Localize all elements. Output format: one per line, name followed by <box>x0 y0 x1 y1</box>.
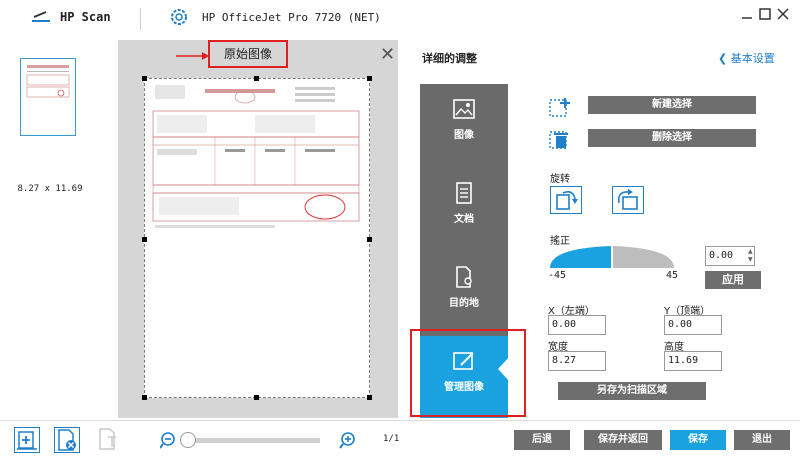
title-bar: HP Scan HP OfficeJet Pro 7720 (NET) <box>0 0 800 36</box>
new-selection-button[interactable]: 新建选择 <box>588 96 756 114</box>
delete-selection-button[interactable]: 删除选择 <box>588 129 756 147</box>
tab-destination-label: 目的地 <box>449 298 479 309</box>
height-value: 11.69 <box>668 355 699 366</box>
apply-button[interactable]: 应用 <box>705 271 761 289</box>
chevron-left-icon: ❮ <box>718 52 728 65</box>
save-button[interactable]: 保存 <box>670 430 726 450</box>
close-preview-icon[interactable]: ✕ <box>380 44 395 65</box>
delete-selection-icon[interactable] <box>548 128 572 155</box>
add-page-icon[interactable] <box>14 427 40 453</box>
tab-image[interactable]: 图像 <box>420 84 508 168</box>
bottom-toolbar: 1/1 后退 保存并返回 保存 退出 <box>0 420 800 458</box>
deskew-min-label: -45 <box>548 270 567 281</box>
image-icon <box>453 98 475 120</box>
y-value: 0.00 <box>668 319 693 330</box>
detailed-adjustments-panel: 详细的调整 ❮ 基本设置 图像 文档 目的地 管理图像 新建选择 删除选择 旋转… <box>398 40 800 418</box>
highlight-box <box>410 329 526 417</box>
app-name: HP Scan <box>60 10 111 24</box>
minimize-icon[interactable] <box>740 7 754 21</box>
basic-settings-link[interactable]: ❮ 基本设置 <box>718 50 775 66</box>
zoom-slider-thumb[interactable] <box>180 432 196 448</box>
delete-page-icon[interactable] <box>54 427 80 453</box>
tab-document-label: 文档 <box>454 214 474 225</box>
close-window-icon[interactable] <box>776 7 790 21</box>
crop-handle-left[interactable] <box>142 237 147 242</box>
hp-scan-logo-icon <box>30 10 52 27</box>
rotate-right-icon[interactable] <box>612 186 644 214</box>
red-arrow-icon <box>176 52 209 60</box>
crop-handle-right[interactable] <box>367 237 372 242</box>
settings-gear-icon[interactable] <box>168 6 190 31</box>
zoom-in-icon[interactable] <box>338 431 356 452</box>
crop-handle-top-left[interactable] <box>142 76 147 81</box>
crop-handle-bottom-right[interactable] <box>367 395 372 400</box>
exit-button[interactable]: 退出 <box>734 430 790 450</box>
original-image-label: 原始图像 <box>208 40 288 68</box>
height-field[interactable]: 11.69 <box>664 351 722 371</box>
rotate-label: 旋转 <box>550 174 570 185</box>
deskew-value: 0.00 <box>709 250 734 261</box>
deskew-max-label: 45 <box>666 270 679 281</box>
preview-area: 原始图像 ✕ <box>118 40 398 418</box>
width-field[interactable]: 8.27 <box>548 351 606 371</box>
x-value: 0.00 <box>552 319 577 330</box>
back-button[interactable]: 后退 <box>514 430 570 450</box>
scanned-page[interactable] <box>144 78 370 398</box>
tab-document[interactable]: 文档 <box>420 168 508 252</box>
width-value: 8.27 <box>552 355 577 366</box>
document-icon <box>453 182 475 204</box>
device-name: HP OfficeJet Pro 7720 (NET) <box>202 11 381 24</box>
x-field[interactable]: 0.00 <box>548 315 606 335</box>
zoom-out-icon[interactable] <box>159 431 178 452</box>
page-thumbnail[interactable] <box>20 58 76 136</box>
new-selection-icon[interactable] <box>548 96 572 123</box>
thumbnail-panel: 8.27 x 11.69 <box>0 40 118 420</box>
deskew-gauge[interactable] <box>548 244 684 273</box>
basic-settings-label: 基本设置 <box>730 52 775 65</box>
zoom-slider[interactable] <box>182 438 320 443</box>
y-field[interactable]: 0.00 <box>664 315 722 335</box>
destination-icon <box>453 266 475 288</box>
invoice-image <box>152 85 360 228</box>
deskew-spinner-icon[interactable]: ▲ ▼ <box>748 248 753 264</box>
crop-handle-top-right[interactable] <box>367 76 372 81</box>
tab-image-label: 图像 <box>454 130 474 141</box>
page-counter: 1/1 <box>383 434 400 444</box>
title-separator <box>140 8 141 30</box>
thumbnail-size-label: 8.27 x 11.69 <box>17 184 83 194</box>
crop-handle-bottom[interactable] <box>254 395 259 400</box>
save-as-scan-region-button[interactable]: 另存为扫描区域 <box>558 382 706 400</box>
tab-destination[interactable]: 目的地 <box>420 252 508 336</box>
crop-handle-top[interactable] <box>254 76 259 81</box>
save-and-return-button[interactable]: 保存并返回 <box>584 430 662 450</box>
rotate-left-icon[interactable] <box>550 186 582 214</box>
insert-text-icon[interactable] <box>96 427 122 453</box>
panel-title: 详细的调整 <box>422 52 477 65</box>
crop-handle-bottom-left[interactable] <box>142 395 147 400</box>
maximize-icon[interactable] <box>758 7 772 21</box>
